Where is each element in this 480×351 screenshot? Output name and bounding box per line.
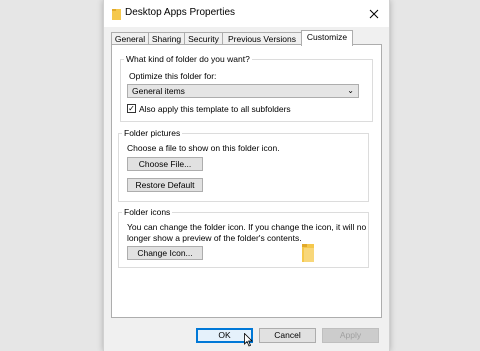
folder-icon bbox=[112, 9, 121, 20]
folder-type-heading: What kind of folder do you want? bbox=[124, 54, 252, 64]
window-title: Desktop Apps Properties bbox=[125, 7, 236, 18]
close-button[interactable] bbox=[359, 0, 389, 27]
chevron-down-icon: ⌄ bbox=[347, 86, 354, 95]
restore-default-button[interactable]: Restore Default bbox=[127, 178, 203, 192]
folder-icons-description-line2: longer show a preview of the folder's co… bbox=[127, 233, 302, 243]
folder-pictures-description: Choose a file to show on this folder ico… bbox=[127, 143, 280, 153]
change-icon-button[interactable]: Change Icon... bbox=[127, 246, 203, 260]
close-icon bbox=[369, 9, 379, 18]
cancel-button[interactable]: Cancel bbox=[259, 328, 316, 343]
title-bar: Desktop Apps Properties bbox=[104, 0, 389, 27]
tab-customize[interactable]: Customize bbox=[301, 30, 353, 46]
optimize-selected-value: General items bbox=[132, 86, 185, 96]
apply-subfolders-label: Also apply this template to all subfolde… bbox=[139, 104, 291, 114]
choose-file-button[interactable]: Choose File... bbox=[127, 157, 203, 171]
optimize-select[interactable]: General items ⌄ bbox=[127, 84, 359, 98]
apply-button[interactable]: Apply bbox=[322, 328, 379, 343]
optimize-label: Optimize this folder for: bbox=[129, 71, 217, 81]
apply-subfolders-checkbox[interactable]: ✓ bbox=[127, 104, 136, 113]
mouse-pointer-icon bbox=[244, 333, 253, 347]
folder-pictures-heading: Folder pictures bbox=[122, 128, 183, 138]
folder-icons-heading: Folder icons bbox=[122, 207, 173, 217]
folder-icons-description-line1: You can change the folder icon. If you c… bbox=[127, 222, 367, 232]
folder-preview-icon bbox=[302, 244, 314, 262]
